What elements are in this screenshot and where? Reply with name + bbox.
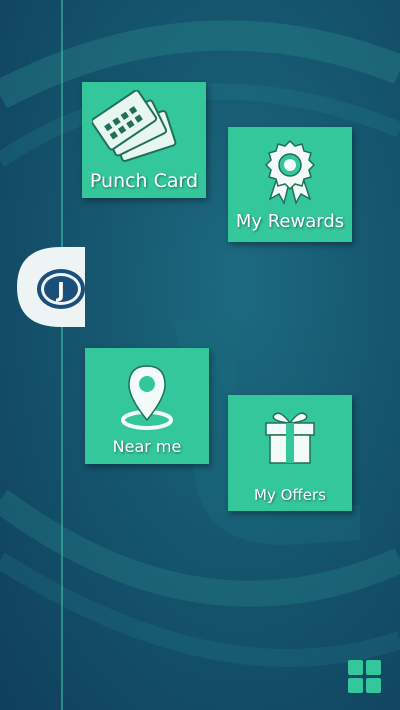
my-rewards-tile[interactable]: My Rewards bbox=[228, 127, 352, 242]
punch-card-label: Punch Card bbox=[89, 170, 199, 192]
my-offers-tile[interactable]: My Offers bbox=[228, 395, 352, 511]
near-me-tile[interactable]: Near me bbox=[85, 348, 209, 464]
location-pin-icon bbox=[117, 364, 177, 434]
app-logo-tab[interactable]: J bbox=[17, 247, 85, 327]
punch-cards-icon bbox=[90, 89, 178, 172]
my-offers-label: My Offers bbox=[254, 486, 326, 504]
grid-menu-icon[interactable] bbox=[348, 660, 382, 694]
my-rewards-label: My Rewards bbox=[235, 211, 345, 232]
award-ribbon-icon bbox=[262, 139, 318, 209]
near-me-label: Near me bbox=[112, 437, 182, 456]
gift-box-icon bbox=[262, 409, 318, 471]
logo-letter: J bbox=[55, 278, 64, 302]
punch-card-tile[interactable]: Punch Card bbox=[82, 82, 206, 198]
